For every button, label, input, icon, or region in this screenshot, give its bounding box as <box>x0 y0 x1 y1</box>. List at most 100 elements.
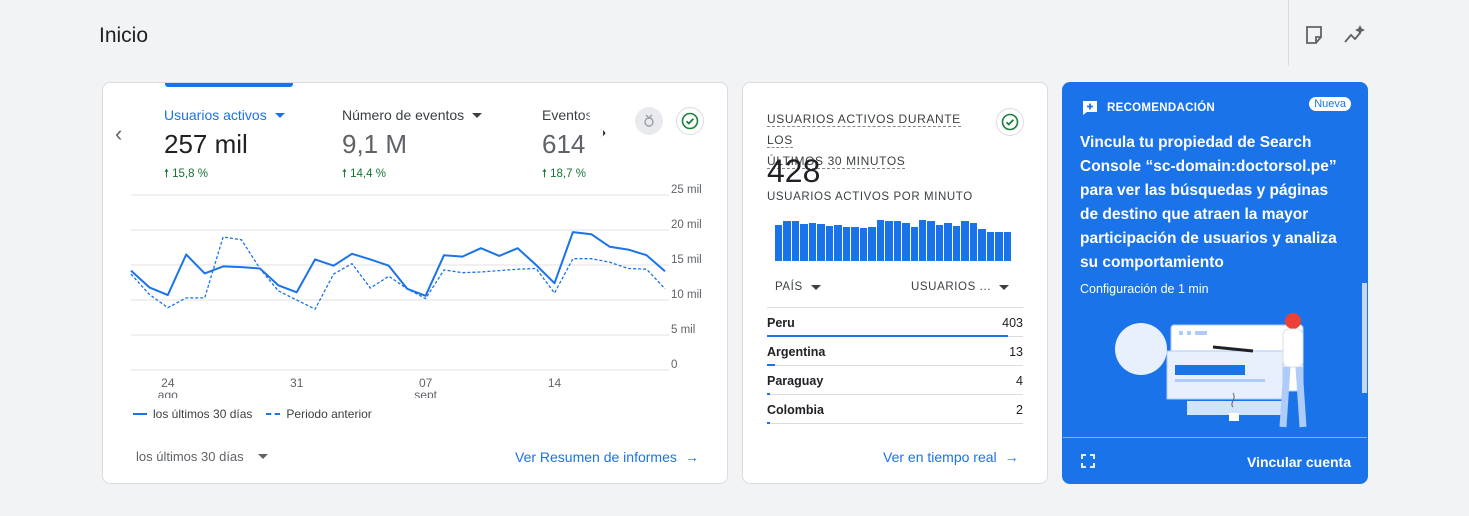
minute-bar[interactable] <box>876 219 885 261</box>
minute-bar[interactable] <box>791 220 800 261</box>
country-header-label: PAÍS <box>775 281 803 293</box>
chevron-left-icon[interactable]: ‹ <box>115 121 122 147</box>
arrow-right-icon: → <box>1004 449 1019 465</box>
minute-bar[interactable] <box>800 224 808 261</box>
recommendation-setup-time: Configuración de 1 min <box>1080 282 1209 296</box>
header-divider <box>1288 0 1289 66</box>
legend-dashed-swatch <box>266 413 281 415</box>
minute-bar[interactable] <box>902 223 910 261</box>
user-count: 2 <box>1016 403 1023 417</box>
y-tick-label: 25 mil <box>671 184 702 196</box>
table-row[interactable]: Paraguay 4 <box>767 366 1023 395</box>
caret-down-icon <box>810 284 821 290</box>
date-range-select[interactable]: los últimos 30 días <box>136 449 268 464</box>
view-reports-label: Ver Resumen de informes <box>515 449 677 465</box>
view-realtime-link[interactable]: Ver en tiempo real → <box>883 449 1019 465</box>
minute-bar[interactable] <box>851 226 859 261</box>
per-minute-bar-chart <box>775 215 1012 261</box>
arrow-up-icon: 🠕 <box>542 168 551 180</box>
chart-legend: los últimos 30 días Periodo anterior <box>133 407 372 421</box>
series-line-previous <box>130 236 666 310</box>
minute-bar[interactable] <box>825 226 834 261</box>
users-line-chart: 25 mil20 mil15 mil10 mil5 mil024ago31 07s… <box>130 184 702 398</box>
realtime-title-line1: USUARIOS ACTIVOS DURANTE LOS <box>767 112 961 148</box>
caret-down-icon <box>274 112 285 118</box>
caret-down-icon <box>472 112 483 118</box>
expand-icon[interactable] <box>1081 454 1095 468</box>
check-circle-icon[interactable] <box>996 108 1024 136</box>
search-console-illustration <box>1115 313 1307 428</box>
minute-bar[interactable] <box>944 223 952 261</box>
minute-bar[interactable] <box>817 224 825 261</box>
table-row[interactable]: Colombia 2 <box>767 395 1023 424</box>
user-count: 13 <box>1009 345 1023 359</box>
view-reports-link[interactable]: Ver Resumen de informes → <box>515 449 699 465</box>
minute-bar[interactable] <box>834 225 842 261</box>
insights-badge-icon[interactable] <box>635 107 663 135</box>
recommendation-header: RECOMENDACIÓN <box>1081 99 1215 117</box>
minute-bar[interactable] <box>885 220 893 261</box>
x-tick-label: 31 <box>290 376 304 390</box>
users-header-label: USUARIOS ... <box>911 281 992 293</box>
metric-label: Número de eventos <box>342 107 465 123</box>
page-title: Inicio <box>99 24 149 47</box>
minute-bar[interactable] <box>978 228 986 261</box>
realtime-card: USUARIOS ACTIVOS DURANTE LOS ÚLTIMOS 30 … <box>742 82 1048 484</box>
minute-bar[interactable] <box>910 226 918 261</box>
x-tick-sublabel: sept <box>414 388 437 398</box>
share-bar <box>767 422 771 424</box>
country-column-header[interactable]: PAÍS <box>775 281 821 293</box>
recommendation-divider <box>1063 437 1367 438</box>
minute-bar[interactable] <box>1003 232 1012 261</box>
minute-bar[interactable] <box>927 221 935 261</box>
country-name: Paraguay <box>767 374 824 388</box>
table-row[interactable]: Peru 403 <box>767 308 1023 337</box>
link-account-button[interactable]: Vincular cuenta <box>1247 454 1351 470</box>
table-row[interactable]: Argentina 13 <box>767 337 1023 366</box>
minute-bar[interactable] <box>918 219 927 261</box>
country-name: Argentina <box>767 345 826 359</box>
minute-bar[interactable] <box>986 231 995 261</box>
minute-bar[interactable] <box>893 221 902 261</box>
overview-card: ‹ › Usuarios activos 257 mil 🠕 15,8 % Nú… <box>102 82 728 484</box>
minute-bar[interactable] <box>961 221 969 261</box>
minute-bar[interactable] <box>775 225 783 261</box>
minute-bar[interactable] <box>808 222 817 261</box>
insights-icon[interactable] <box>1343 24 1366 46</box>
legend-label-previous: Periodo anterior <box>286 407 372 421</box>
metric-change: 15,8 % <box>172 168 208 180</box>
note-icon[interactable] <box>1303 24 1325 46</box>
x-tick-label: 14 <box>548 376 562 390</box>
metric-value: 9,1 M <box>342 129 408 159</box>
check-circle-icon[interactable] <box>676 107 704 135</box>
series-line-current <box>130 231 666 297</box>
minute-bar[interactable] <box>868 226 876 261</box>
recommendation-icon <box>1083 101 1097 115</box>
arrow-up-icon: 🠕 <box>342 168 351 180</box>
date-range-label: los últimos 30 días <box>136 449 244 464</box>
scrollbar[interactable] <box>1362 283 1367 393</box>
realtime-value: 428 <box>767 153 821 189</box>
minute-bar[interactable] <box>952 226 961 261</box>
minute-bar[interactable] <box>783 221 791 261</box>
minute-bar[interactable] <box>995 231 1003 261</box>
minute-bar[interactable] <box>859 227 868 261</box>
minute-bar[interactable] <box>969 223 978 261</box>
metric-tab-event-count[interactable]: Número de eventos 9,1 M 🠕 14,4 % <box>342 107 517 185</box>
minute-bar[interactable] <box>935 225 944 261</box>
view-realtime-label: Ver en tiempo real <box>883 449 997 465</box>
user-count: 403 <box>1002 316 1023 330</box>
country-name: Peru <box>767 316 795 330</box>
minute-bar[interactable] <box>842 226 851 261</box>
metric-tab-active-users[interactable]: Usuarios activos 257 mil 🠕 15,8 % <box>164 107 339 185</box>
user-count: 4 <box>1016 374 1023 388</box>
metric-value: 257 mil <box>164 129 248 159</box>
metric-change: 14,4 % <box>350 168 386 180</box>
caret-down-icon <box>999 284 1010 290</box>
legend-solid-swatch <box>133 413 147 415</box>
tabs-fade <box>583 103 603 183</box>
y-tick-label: 20 mil <box>671 219 702 231</box>
users-column-header[interactable]: USUARIOS ... <box>911 281 1010 293</box>
legend-label-current: los últimos 30 días <box>153 407 253 421</box>
recommendation-text: Vincula tu propiedad de Search Console “… <box>1080 134 1337 271</box>
